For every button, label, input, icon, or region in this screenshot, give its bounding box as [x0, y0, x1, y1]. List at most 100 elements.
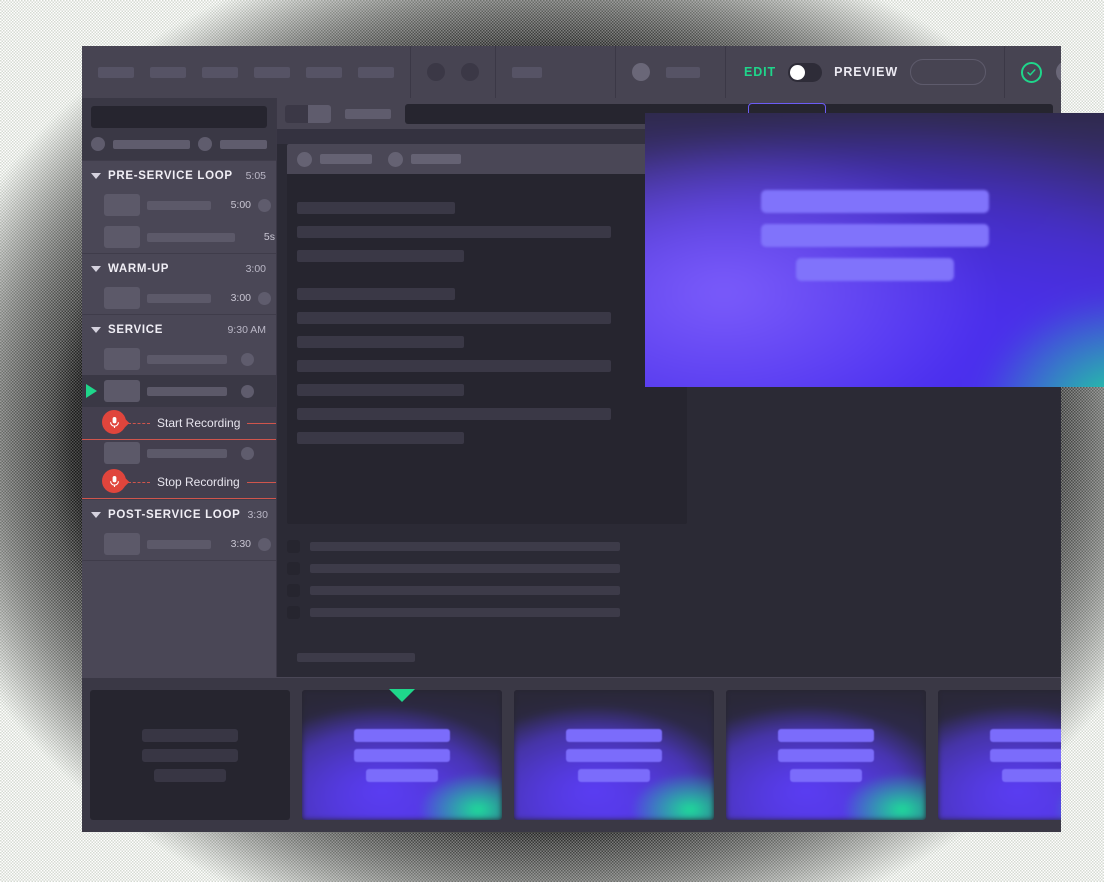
doc-line [297, 432, 464, 444]
status-icon-1[interactable] [1056, 61, 1061, 83]
item-status-dot[interactable] [241, 446, 254, 460]
preview-mode-label[interactable]: PREVIEW [834, 65, 898, 79]
filter-icon-1[interactable] [91, 137, 105, 151]
tab-label-chip[interactable] [345, 108, 391, 119]
filmstrip-thumbnail[interactable] [726, 690, 926, 820]
filmstrip-thumbnail[interactable] [90, 690, 290, 820]
section-header-post-service-loop[interactable]: POST-SERVICE LOOP 3:30 [82, 499, 276, 528]
item-duration: 5s [263, 231, 275, 243]
menu-item-2[interactable] [150, 66, 186, 78]
thumbnail-wrapper[interactable] [726, 690, 926, 820]
toolbar-group-menu[interactable] [82, 46, 411, 98]
menu-item-6[interactable] [358, 66, 394, 78]
toolbar-group-label[interactable] [496, 46, 616, 98]
list-item[interactable] [287, 606, 1051, 619]
item-status-dot[interactable] [241, 384, 254, 398]
thumbnail-bar [142, 728, 238, 742]
checkbox[interactable] [287, 562, 300, 575]
list-item[interactable] [82, 343, 276, 375]
sidebar-filters [91, 137, 267, 151]
recording-band: Start Recording Stop Recording [82, 407, 276, 499]
checklist-label [310, 586, 620, 595]
item-status-dot[interactable] [258, 198, 271, 212]
avatar[interactable] [632, 63, 650, 81]
section-header-warm-up[interactable]: WARM-UP 3:00 [82, 253, 276, 282]
edit-preview-toggle[interactable] [788, 62, 823, 82]
thumbnail-wrapper[interactable] [90, 690, 290, 820]
menu-item-1[interactable] [98, 66, 134, 78]
section-header-service[interactable]: SERVICE 9:30 AM [82, 314, 276, 343]
list-item[interactable]: 5s [82, 221, 276, 253]
list-item[interactable] [82, 440, 276, 466]
toolbar-group-icons[interactable] [411, 46, 496, 98]
thumbnail-content [90, 690, 290, 820]
doc-line [297, 408, 611, 420]
item-status-dot[interactable] [258, 291, 271, 305]
filter-icon-2[interactable] [198, 137, 213, 151]
segment-list-view[interactable] [285, 104, 308, 123]
thumbnail-wrapper[interactable] [514, 690, 714, 820]
menu-item-3[interactable] [202, 66, 238, 78]
thumbnail-content [514, 690, 714, 820]
thumbnail-bar [1002, 768, 1061, 782]
checklist-label [310, 542, 620, 551]
search-input[interactable] [91, 106, 267, 128]
filmstrip-thumbnail[interactable] [938, 690, 1061, 820]
script-document[interactable] [287, 144, 687, 524]
view-mode-segmented-control[interactable] [285, 104, 331, 123]
preview-overlay-panel[interactable] [645, 113, 1104, 387]
sidebar-list[interactable]: PRE-SERVICE LOOP 5:05 5:00 5s WARM-UP 3:… [82, 160, 276, 619]
menu-item-4[interactable] [254, 66, 290, 78]
thumbnail-content [302, 690, 502, 820]
segment-grid-view[interactable] [308, 104, 331, 123]
thumbnail-wrapper[interactable] [938, 690, 1061, 820]
filmstrip-thumbnail[interactable] [302, 690, 502, 820]
list-item[interactable]: 5:00 [82, 189, 276, 221]
marker-stop-recording[interactable]: Stop Recording [82, 466, 276, 499]
toolbar-icon-1[interactable] [427, 63, 445, 81]
item-thumbnail [104, 533, 140, 555]
item-title [147, 293, 211, 303]
chevron-down-icon[interactable] [91, 327, 101, 333]
menu-item-5[interactable] [306, 66, 342, 78]
toolbar-group-avatar[interactable] [616, 46, 726, 98]
edit-mode-label[interactable]: EDIT [744, 65, 776, 79]
list-item[interactable]: 3:30 [82, 528, 276, 560]
section-header-pre-service-loop[interactable]: PRE-SERVICE LOOP 5:05 [82, 160, 276, 189]
toolbar-label-chip[interactable] [512, 66, 542, 78]
filmstrip[interactable] [82, 677, 1061, 832]
checkbox[interactable] [287, 540, 300, 553]
marker-start-recording[interactable]: Start Recording [82, 407, 276, 440]
list-item[interactable] [287, 562, 1051, 575]
doc-line [297, 336, 464, 348]
thumbnail-wrapper-current[interactable] [302, 689, 502, 820]
list-item[interactable] [287, 584, 1051, 597]
top-toolbar: EDIT PREVIEW [82, 46, 1061, 98]
doc-line [297, 250, 464, 262]
overlay-content [645, 113, 1104, 387]
document-avatar-1 [297, 151, 312, 167]
list-item[interactable] [287, 540, 1051, 553]
toggle-knob [790, 64, 806, 80]
list-item[interactable]: 3:00 [82, 282, 276, 314]
thumbnail-bar [778, 748, 874, 762]
thumbnail-bar [778, 728, 874, 742]
toolbar-group-status[interactable] [1005, 46, 1061, 98]
document-subtitle [411, 154, 461, 164]
list-item-active[interactable] [82, 375, 276, 407]
item-status-dot[interactable] [241, 352, 254, 366]
checkbox[interactable] [287, 584, 300, 597]
chevron-down-icon[interactable] [91, 173, 101, 179]
item-status-dot[interactable] [258, 537, 271, 551]
filmstrip-thumbnail[interactable] [514, 690, 714, 820]
doc-line [297, 360, 611, 372]
chevron-down-icon[interactable] [91, 266, 101, 272]
thumbnail-bar [566, 748, 662, 762]
filter-label-1 [113, 139, 191, 149]
action-pill-button[interactable] [910, 59, 987, 85]
chevron-down-icon[interactable] [91, 512, 101, 518]
mode-toggle-group[interactable]: EDIT PREVIEW [726, 46, 1006, 98]
toolbar-icon-2[interactable] [461, 63, 479, 81]
overlay-bar [795, 257, 954, 281]
checkbox[interactable] [287, 606, 300, 619]
